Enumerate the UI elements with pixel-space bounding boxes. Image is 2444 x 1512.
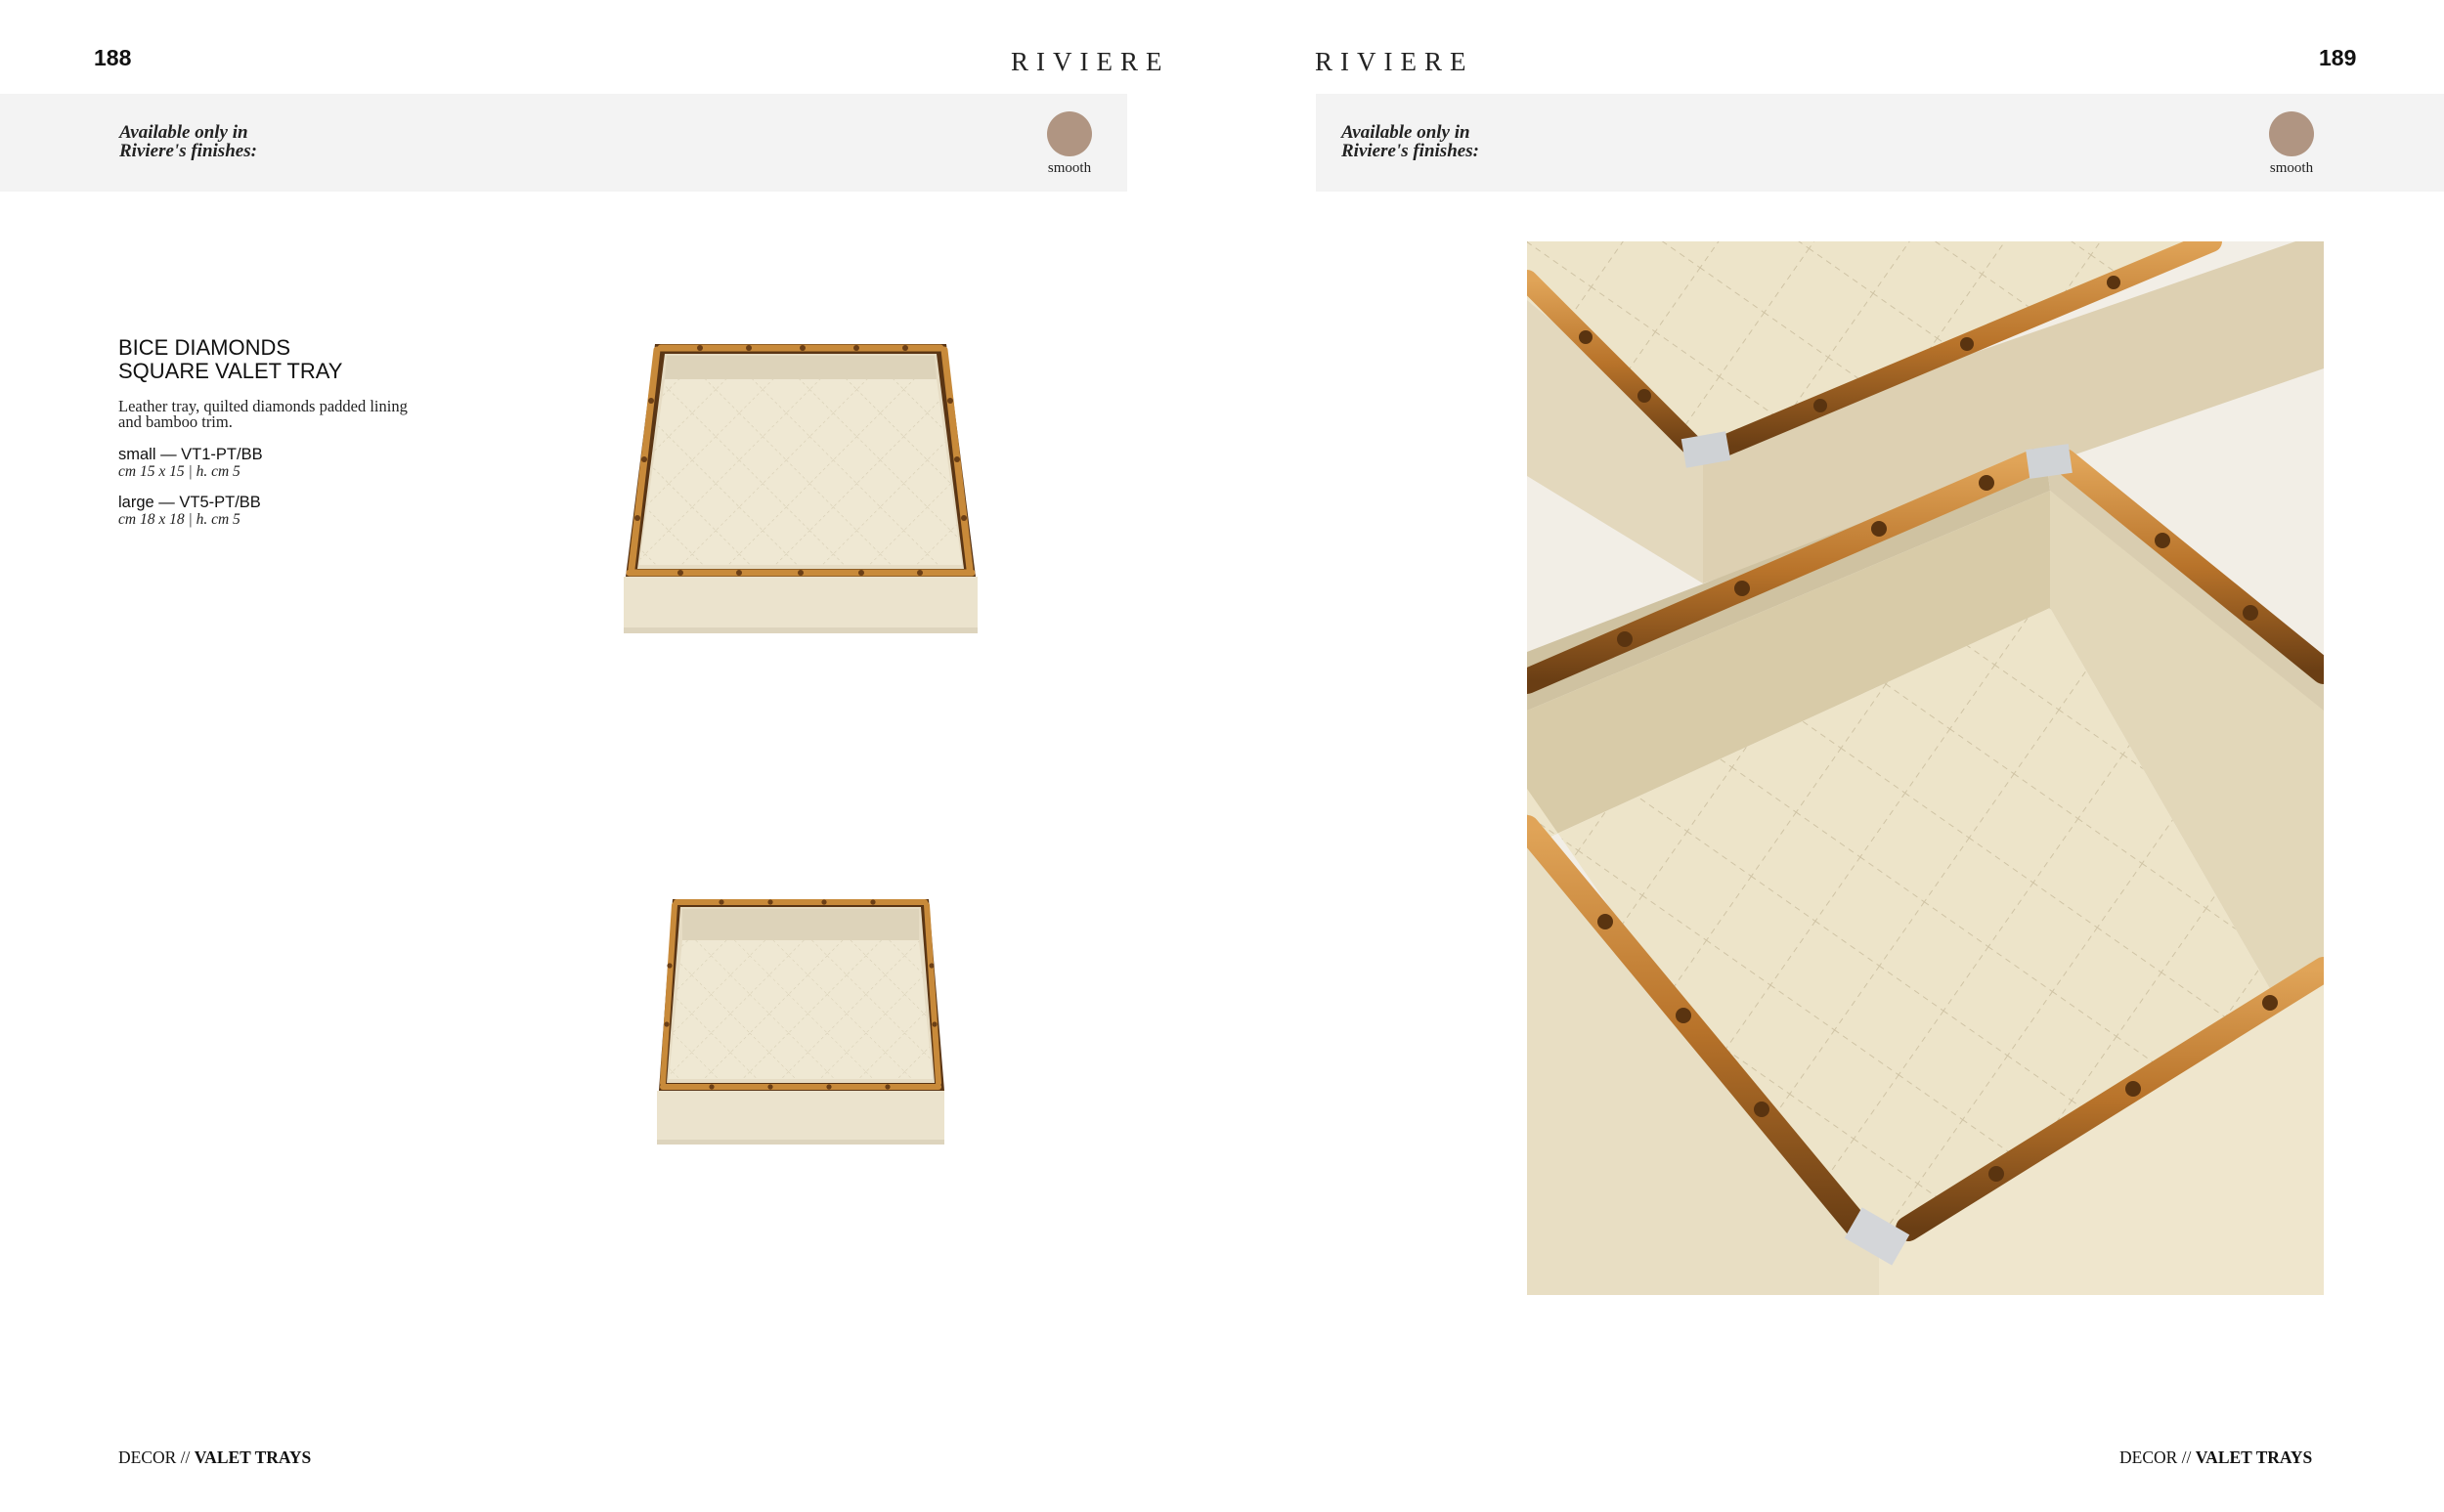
footer-category: VALET TRAYS [194,1447,312,1467]
product-description: Leather tray, quilted diamonds padded li… [118,398,470,431]
product-description-line2: and bamboo trim. [118,412,233,431]
finishes-band: Available only in Riviere's finishes: sm… [1316,94,2444,192]
footer-section: DECOR // [2119,1447,2192,1467]
finish-swatch-label: smooth [2269,160,2314,176]
finishes-heading: Available only in Riviere's finishes: [1341,123,1479,160]
finish-swatch-smooth [1047,111,1092,156]
footer-section: DECOR // [118,1447,191,1467]
page-number: 188 [94,45,132,70]
finish-swatch-label: smooth [1047,160,1092,176]
brand-logo: RIVIERE [1315,47,1474,76]
brand-logo: RIVIERE [1011,47,1170,76]
variant-small-dims: cm 15 x 15 | h. cm 5 [118,463,240,480]
large-tray-image [624,344,978,633]
product-title: BICE DIAMONDS SQUARE VALET TRAY [118,336,342,383]
page-footer: DECOR // VALET TRAYS [2119,1447,2312,1468]
finishes-heading-line1: Available only in [119,122,248,143]
finishes-heading-line1: Available only in [1341,122,1470,143]
finishes-heading-line2: Riviere's finishes: [1341,141,1479,161]
closeup-trays-image [1527,241,2324,1295]
page-number: 189 [2319,45,2357,70]
finishes-heading-line2: Riviere's finishes: [119,141,257,161]
page-footer: DECOR // VALET TRAYS [118,1447,311,1468]
variant-small-name: small — VT1-PT/BB [118,446,263,463]
product-title-line1: BICE DIAMONDS [118,335,291,360]
footer-category: VALET TRAYS [2195,1447,2313,1467]
product-title-line2: SQUARE VALET TRAY [118,359,343,383]
product-closeup-photo [1527,241,2324,1295]
finishes-band: Available only in Riviere's finishes: sm… [0,94,1127,192]
variant-large-dims: cm 18 x 18 | h. cm 5 [118,511,240,528]
finish-swatch-smooth [2269,111,2314,156]
small-tray-image [657,899,944,1145]
finishes-heading: Available only in Riviere's finishes: [119,123,257,160]
variant-large-name: large — VT5-PT/BB [118,494,261,511]
